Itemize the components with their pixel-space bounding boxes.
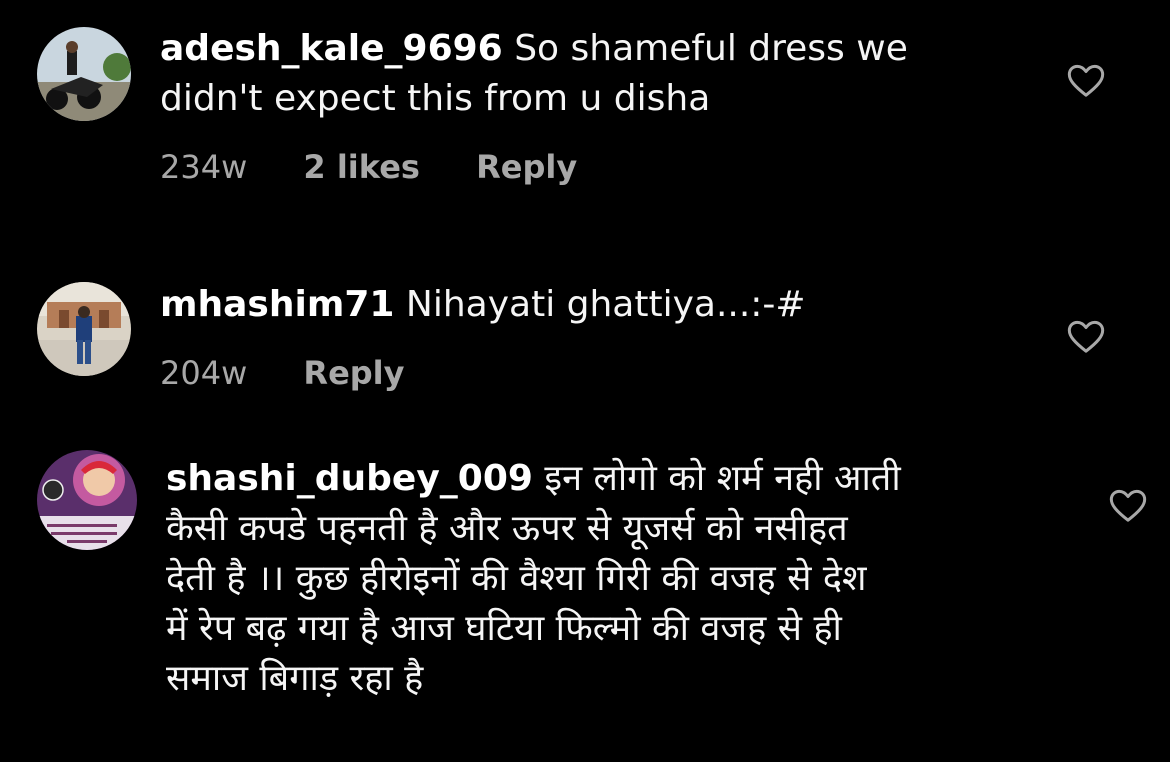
comment-text-line: didn't expect this from u disha bbox=[160, 78, 711, 119]
comment-item: mhashim71 Nihayati ghattiya...:-# 204w R… bbox=[0, 270, 1170, 430]
comment-text-line: इन लोगो को शर्म नही आती bbox=[544, 458, 901, 499]
avatar-image bbox=[37, 27, 131, 121]
comment-text-line: में रेप बढ़ गया है आज घटिया फिल्मो की वज… bbox=[166, 608, 842, 649]
comment-text: mhashim71 Nihayati ghattiya...:-# bbox=[160, 280, 1020, 330]
comment-username[interactable]: adesh_kale_9696 bbox=[160, 28, 503, 69]
avatar-image bbox=[37, 282, 131, 376]
comment-item: adesh_kale_9696 So shameful dress we did… bbox=[0, 0, 1170, 230]
avatar[interactable] bbox=[37, 282, 131, 376]
comment-text-line: समाज बिगाड़ रहा है bbox=[166, 658, 424, 699]
comment-text: adesh_kale_9696 So shameful dress we did… bbox=[160, 24, 1020, 124]
avatar[interactable] bbox=[37, 450, 137, 550]
comment-text-line: Nihayati ghattiya...:-# bbox=[405, 284, 806, 325]
comment-meta: 234w 2 likes Reply bbox=[160, 148, 623, 186]
reply-button[interactable]: Reply bbox=[476, 148, 577, 186]
heart-icon[interactable] bbox=[1066, 317, 1106, 357]
comment-text: shashi_dubey_009 इन लोगो को शर्म नही आती… bbox=[166, 454, 1046, 704]
comment-timestamp: 234w bbox=[160, 148, 248, 186]
comment-username[interactable]: mhashim71 bbox=[160, 284, 394, 325]
comment-username[interactable]: shashi_dubey_009 bbox=[166, 458, 533, 499]
avatar[interactable] bbox=[37, 27, 131, 121]
comment-timestamp: 204w bbox=[160, 354, 248, 392]
heart-icon[interactable] bbox=[1066, 61, 1106, 101]
comment-item: shashi_dubey_009 इन लोगो को शर्म नही आती… bbox=[0, 440, 1170, 762]
comment-meta: 204w Reply bbox=[160, 354, 451, 392]
avatar-image bbox=[37, 450, 137, 550]
comment-text-line: So shameful dress we bbox=[514, 28, 908, 69]
reply-button[interactable]: Reply bbox=[303, 354, 404, 392]
comment-text-line: कैसी कपडे पहनती है और ऊपर से यूजर्स को न… bbox=[166, 508, 848, 549]
heart-icon[interactable] bbox=[1108, 486, 1148, 526]
comment-likes-count[interactable]: 2 likes bbox=[303, 148, 420, 186]
comment-text-line: देती है ।। कुछ हीरोइनों की वैश्या गिरी क… bbox=[166, 558, 867, 599]
